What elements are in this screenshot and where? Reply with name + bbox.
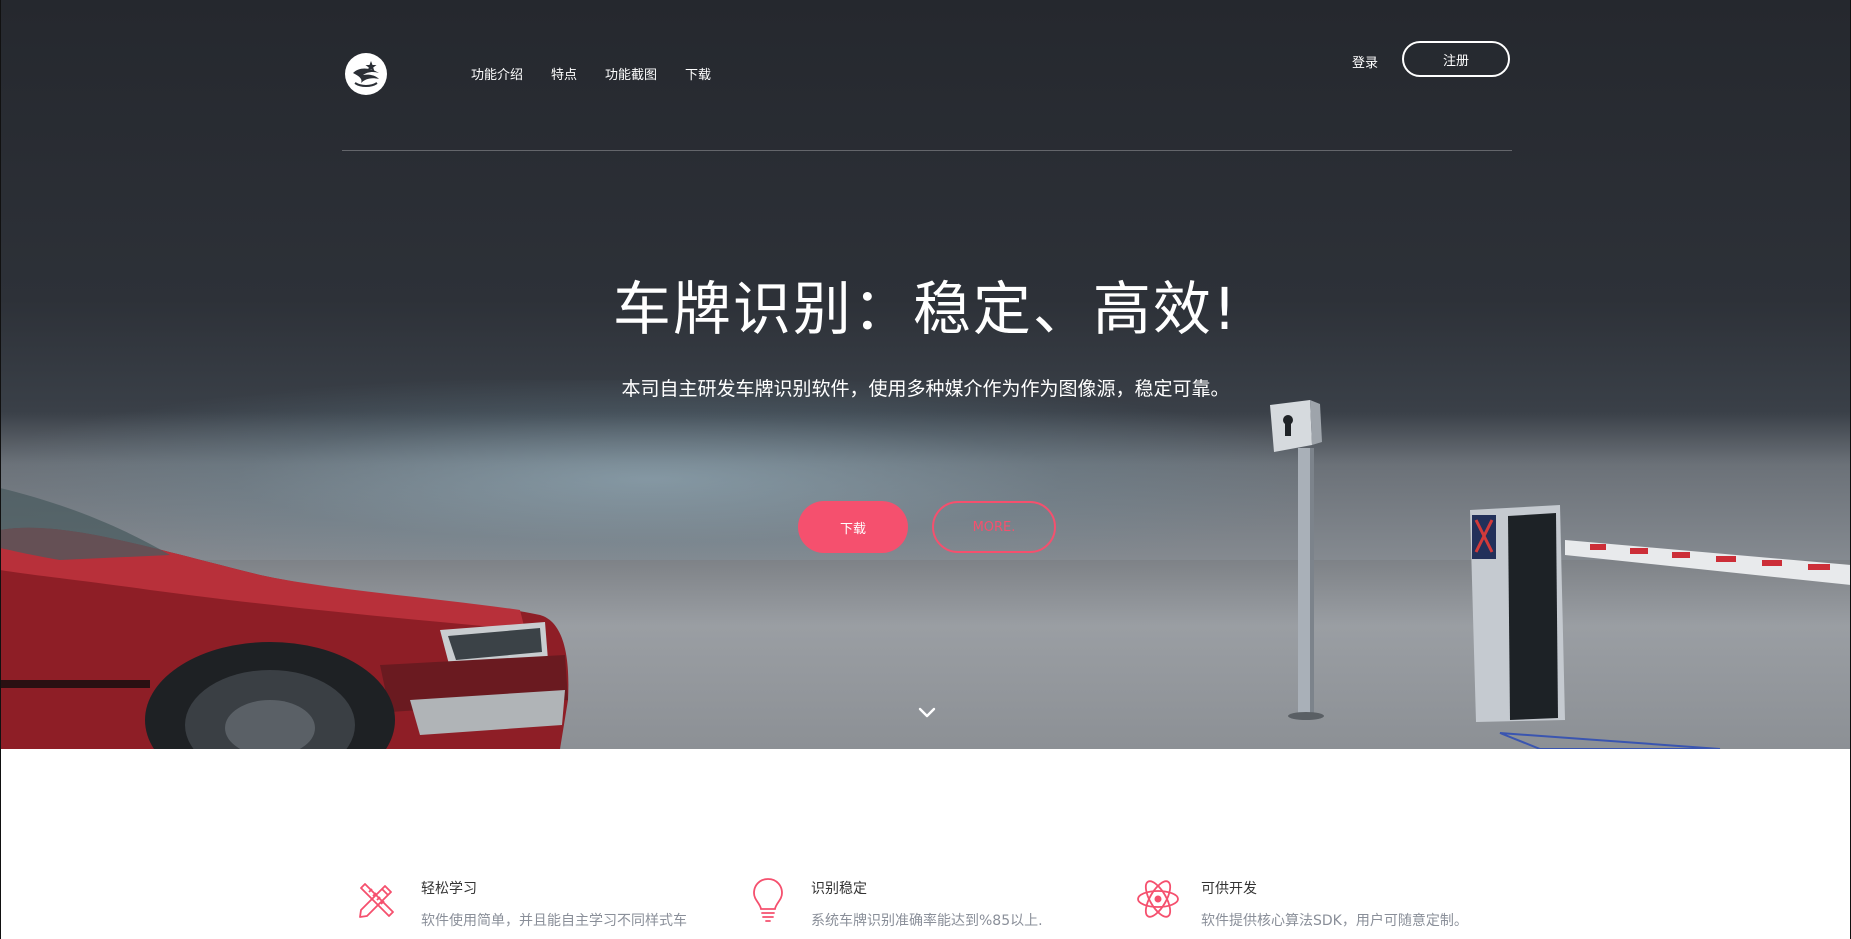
red-car-image bbox=[0, 488, 569, 749]
feature-title: 可供开发 bbox=[1201, 881, 1257, 897]
pencil-ruler-icon bbox=[359, 883, 394, 918]
feature-title: 识别稳定 bbox=[811, 881, 867, 897]
eagle-logo-icon[interactable] bbox=[345, 53, 387, 95]
login-link[interactable]: 登录 bbox=[1352, 52, 1378, 71]
camera-pole-image bbox=[1270, 400, 1324, 720]
nav-item-screenshots[interactable]: 功能截图 bbox=[605, 64, 657, 83]
main-nav: 功能介绍 特点 功能截图 下载 bbox=[471, 64, 711, 83]
header-divider bbox=[342, 150, 1512, 151]
feature-desc: 系统车牌识别准确率能达到%85以上. bbox=[811, 913, 1043, 929]
nav-item-features[interactable]: 功能介绍 bbox=[471, 64, 523, 83]
download-button[interactable]: 下载 bbox=[798, 501, 908, 553]
nav-item-highlights[interactable]: 特点 bbox=[551, 64, 577, 83]
hero-title: 车牌识别：稳定、高效! bbox=[612, 275, 1239, 343]
left-border bbox=[0, 0, 1, 939]
barrier-gate-image bbox=[1470, 505, 1851, 749]
register-button[interactable]: 注册 bbox=[1402, 41, 1510, 77]
nav-item-download[interactable]: 下载 bbox=[685, 64, 711, 83]
hero-section: 功能介绍 特点 功能截图 下载 登录 注册 车牌识别：稳定、高效! 本司自主研发… bbox=[0, 0, 1851, 749]
atom-icon bbox=[1137, 880, 1179, 918]
feature-desc: 软件使用简单，并且能自主学习不同样式车 bbox=[421, 913, 687, 929]
lightbulb-icon bbox=[753, 878, 783, 922]
feature-title: 轻松学习 bbox=[421, 881, 477, 897]
hero-subtitle: 本司自主研发车牌识别软件，使用多种媒介作为作为图像源，稳定可靠。 bbox=[621, 378, 1230, 400]
more-button[interactable]: MORE. bbox=[932, 501, 1056, 553]
chevron-down-icon[interactable] bbox=[918, 706, 936, 720]
feature-desc: 软件提供核心算法SDK，用户可随意定制。 bbox=[1201, 913, 1468, 929]
